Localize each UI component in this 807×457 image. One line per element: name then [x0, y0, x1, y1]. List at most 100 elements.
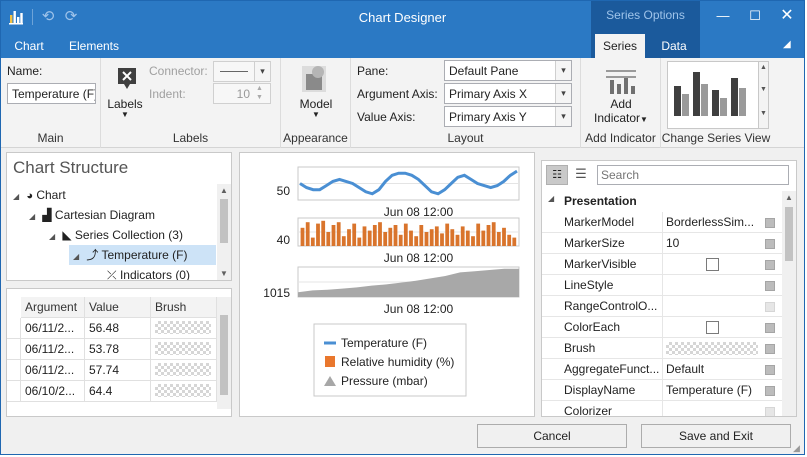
argument-axis-combo[interactable]: Primary Axis X ▾	[444, 83, 572, 104]
cell-brush[interactable]	[151, 339, 217, 360]
tree-item-indicators[interactable]: ⤫ Indicators (0)	[107, 265, 190, 280]
cancel-button[interactable]: Cancel	[477, 424, 627, 448]
property-marker-icon[interactable]	[765, 260, 775, 270]
property-search-input[interactable]	[597, 165, 789, 185]
cell-value[interactable]: 56.48	[85, 318, 151, 339]
column-header-brush[interactable]: Brush	[151, 297, 217, 318]
cell-value[interactable]: 57.74	[85, 360, 151, 381]
tree-item-series-collection[interactable]: ◢ ◣ Series Collection (3)	[49, 225, 183, 245]
tree-item-temperature[interactable]: ◢ ⤴ Temperature (F)	[69, 245, 216, 265]
chart-preview[interactable]: 50 Jun 08 12:00 40 Jun 08 12:00 1015 Jun 08 1…	[240, 153, 534, 416]
property-marker-icon[interactable]	[765, 386, 775, 396]
property-marker-icon[interactable]	[765, 218, 775, 228]
add-indicator-button-line1[interactable]: Add	[581, 97, 661, 111]
property-row-marker-size[interactable]: MarkerSize 10	[542, 233, 782, 254]
labels-dropdown-icon[interactable]: ▼	[105, 110, 145, 119]
value-axis-combo[interactable]: Primary Axis Y ▾	[444, 106, 572, 127]
cell-argument[interactable]: 06/10/2...	[21, 381, 85, 402]
gallery-scrollbar[interactable]: ▲ ▼ ▼	[758, 61, 769, 129]
save-and-exit-button[interactable]: Save and Exit	[641, 424, 791, 448]
row-indicator[interactable]	[7, 381, 21, 402]
close-icon[interactable]: ✕	[774, 5, 800, 27]
row-indicator[interactable]	[7, 339, 21, 360]
cell-argument[interactable]: 06/11/2...	[21, 360, 85, 381]
tab-chart[interactable]: Chart	[5, 34, 53, 58]
property-row-colorizer[interactable]: Colorizer	[542, 401, 782, 416]
model-dropdown-icon[interactable]: ▼	[281, 110, 351, 119]
collapse-icon[interactable]: ◢	[548, 194, 554, 203]
property-row-aggregate-function[interactable]: AggregateFunct... Default	[542, 359, 782, 380]
category-row[interactable]: ◢ Presentation	[542, 191, 782, 212]
cell-argument[interactable]: 06/11/2...	[21, 318, 85, 339]
column-header-argument[interactable]: Argument	[21, 297, 85, 318]
tree-item-cartesian-diagram[interactable]: ◢ ▟ Cartesian Diagram	[29, 205, 155, 225]
property-value[interactable]: 10	[666, 236, 760, 250]
property-scrollbar[interactable]: ▲	[782, 191, 796, 416]
color-each-checkbox[interactable]	[706, 321, 719, 334]
gallery-scroll-down-icon[interactable]: ▼	[759, 86, 768, 93]
property-value[interactable]: BorderlessSim...	[666, 215, 760, 229]
property-marker-icon[interactable]	[765, 365, 775, 375]
scroll-down-icon[interactable]: ▼	[217, 269, 231, 278]
property-marker-icon[interactable]	[765, 323, 775, 333]
series-name-input[interactable]: Temperature (F)	[7, 83, 96, 104]
cell-brush[interactable]	[151, 381, 217, 402]
gallery-expand-icon[interactable]: ▼	[759, 110, 768, 117]
tree-item-chart[interactable]: ◢ ◕ Chart	[13, 185, 66, 205]
property-row-range-control[interactable]: RangeControlO...	[542, 296, 782, 317]
cell-brush[interactable]	[151, 360, 217, 381]
tab-elements[interactable]: Elements	[59, 34, 129, 58]
series-view-gallery[interactable]	[667, 61, 759, 129]
brush-swatch[interactable]	[666, 342, 758, 355]
resize-grip-icon[interactable]: ◢	[793, 443, 800, 454]
pane-combo[interactable]: Default Pane ▾	[444, 60, 572, 81]
cell-brush[interactable]	[151, 318, 217, 339]
marker-visible-checkbox[interactable]	[706, 258, 719, 271]
cell-value[interactable]: 53.78	[85, 339, 151, 360]
property-row-marker-visible[interactable]: MarkerVisible	[542, 254, 782, 275]
expand-icon[interactable]: ◢	[49, 227, 59, 247]
property-row-marker-model[interactable]: MarkerModel BorderlessSim...	[542, 212, 782, 233]
scroll-up-icon[interactable]: ▲	[217, 186, 231, 195]
expand-icon[interactable]: ◢	[13, 187, 23, 207]
labels-button[interactable]: Labels	[105, 97, 145, 111]
column-header-value[interactable]: Value	[85, 297, 151, 318]
chevron-down-icon[interactable]: ▾	[555, 61, 571, 80]
scrollbar-thumb[interactable]	[785, 207, 793, 261]
expand-icon[interactable]: ◢	[73, 247, 83, 267]
property-marker-icon[interactable]	[765, 239, 775, 249]
row-indicator[interactable]	[7, 318, 21, 339]
property-row-line-style[interactable]: LineStyle	[542, 275, 782, 296]
model-button[interactable]: Model	[281, 97, 351, 111]
grid-scrollbar[interactable]	[217, 297, 231, 409]
chevron-down-icon[interactable]: ▾	[555, 107, 571, 126]
tab-series[interactable]: Series	[595, 34, 645, 58]
property-row-brush[interactable]: Brush	[542, 338, 782, 359]
tree-scrollbar[interactable]: ▲ ▼	[217, 184, 231, 280]
tab-data[interactable]: Data	[649, 34, 699, 58]
minimize-icon[interactable]: —	[710, 5, 736, 27]
add-indicator-button[interactable]: Indicator▼	[581, 111, 661, 125]
cell-argument[interactable]: 06/11/2...	[21, 339, 85, 360]
property-row-display-name[interactable]: DisplayName Temperature (F)	[542, 380, 782, 401]
scrollbar-thumb[interactable]	[220, 199, 228, 243]
chevron-down-icon[interactable]: ▾	[555, 84, 571, 103]
property-value[interactable]: Temperature (F)	[666, 383, 760, 397]
property-marker-icon[interactable]	[765, 344, 775, 354]
cell-value[interactable]: 64.4	[85, 381, 151, 402]
expand-icon[interactable]: ◢	[29, 207, 39, 227]
maximize-icon[interactable]: ☐	[742, 5, 768, 27]
alphabetical-view-icon[interactable]: ☰	[570, 165, 592, 185]
ribbon-collapse-icon[interactable]: ◢	[783, 39, 791, 50]
property-value[interactable]: Default	[666, 362, 760, 376]
property-marker-icon[interactable]	[765, 302, 775, 312]
scrollbar-thumb[interactable]	[220, 315, 228, 395]
categorized-view-icon[interactable]: ☷	[546, 165, 568, 185]
gallery-scroll-up-icon[interactable]: ▲	[759, 64, 768, 71]
row-indicator[interactable]	[7, 360, 21, 381]
legend-label: Relative humidity (%)	[341, 355, 454, 369]
property-row-color-each[interactable]: ColorEach	[542, 317, 782, 338]
scroll-up-icon[interactable]: ▲	[782, 193, 796, 202]
property-marker-icon[interactable]	[765, 281, 775, 291]
property-marker-icon[interactable]	[765, 407, 775, 416]
